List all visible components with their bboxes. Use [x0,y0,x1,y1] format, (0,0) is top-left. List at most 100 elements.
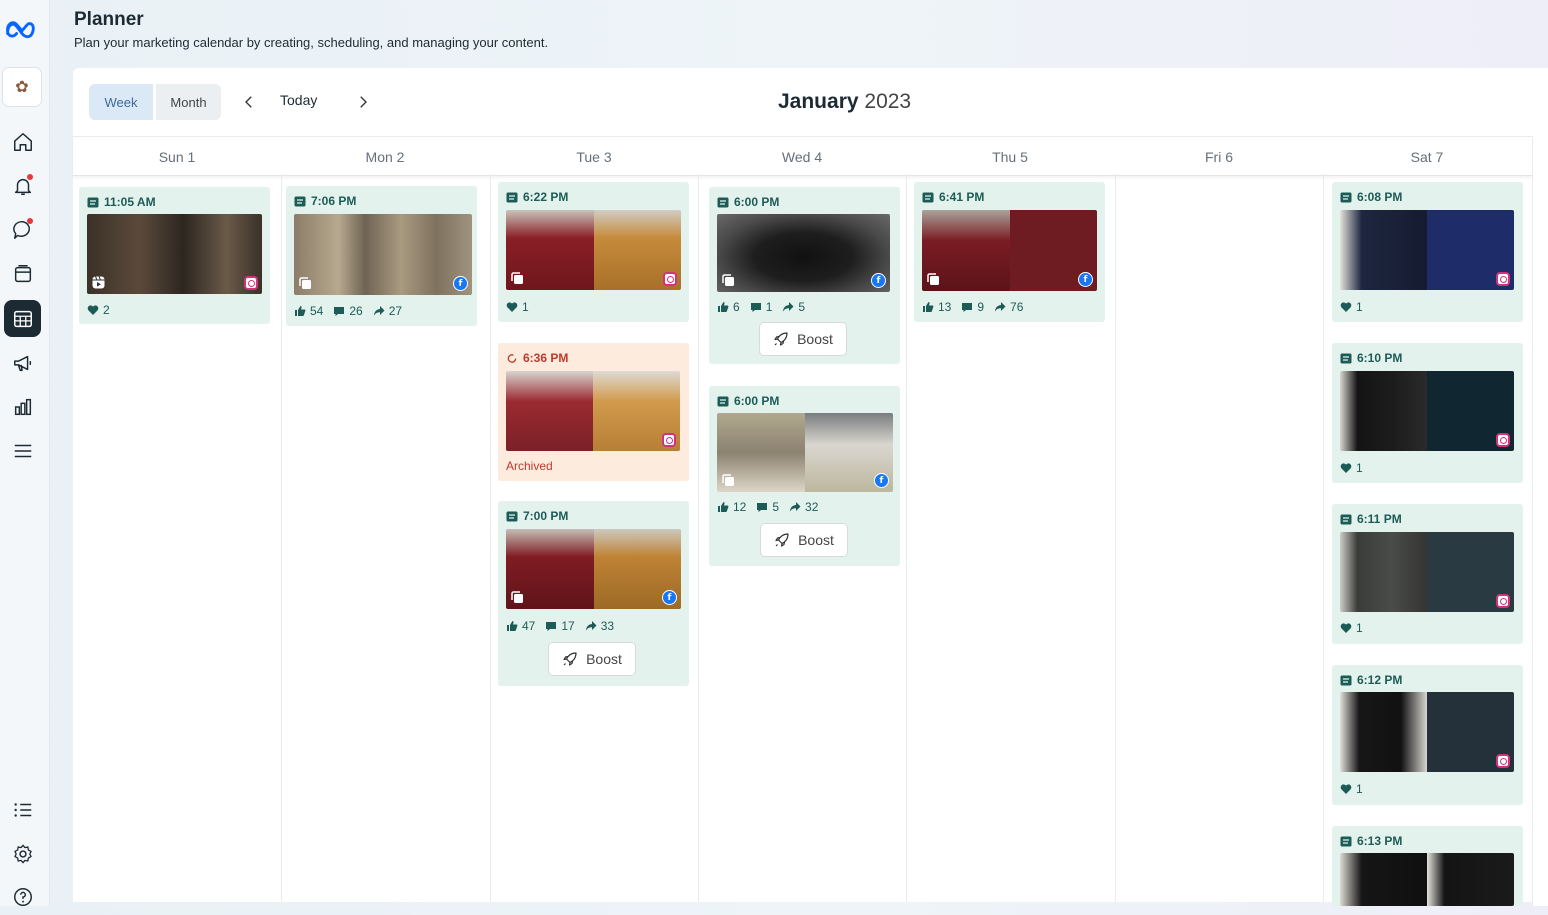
weekday-header-row: Sun 1 Mon 2 Tue 3 Wed 4 Thu 5 Fri 6 Sat … [73,136,1533,176]
heart-icon [1340,783,1352,795]
comments-count: 9 [977,300,985,314]
chevron-right-icon[interactable] [351,90,375,114]
post-thumbnail [1340,692,1514,772]
ads-icon[interactable] [4,344,41,381]
instagram-icon [662,433,676,447]
comment-icon [545,620,557,632]
post-stats: 1 [1340,782,1363,796]
post-card[interactable]: 11:05 AM 2 [79,187,270,324]
scheduled-post-icon [1340,353,1352,364]
likes-count: 1 [522,300,529,314]
help-icon[interactable] [4,878,41,915]
post-card[interactable]: 6:11 PM 1 [1332,504,1523,644]
account-avatar[interactable]: ✿ [2,67,42,107]
heart-icon [87,304,99,316]
scheduled-post-icon [87,197,99,208]
reactions-count: 12 [733,500,747,514]
settings-icon[interactable] [4,835,41,872]
home-icon[interactable] [4,123,41,160]
notification-dot [27,218,33,224]
content-icon[interactable] [4,255,41,292]
post-thumbnail [1340,853,1514,906]
comments-count: 1 [765,300,773,314]
archived-label: Archived [506,459,553,473]
scheduled-post-icon [1340,514,1352,525]
post-stats: 1 [506,300,529,314]
scheduled-post-icon [1340,675,1352,686]
post-card[interactable]: 6:12 PM 1 [1332,665,1523,805]
day-header: Sat 7 [1410,149,1444,165]
post-card[interactable]: 6:08 PM 1 [1332,182,1523,322]
meta-logo-icon[interactable] [2,10,42,47]
month-view-button[interactable]: Month [156,84,221,120]
post-thumbnail [506,371,680,451]
post-card[interactable]: 7:06 PM f 54 26 27 [286,186,477,326]
boost-button[interactable]: Boost [760,523,848,557]
day-header: Mon 2 [365,149,405,165]
post-card[interactable]: 6:13 PM [1332,826,1523,906]
carousel-icon [299,277,312,290]
share-icon [585,620,597,632]
likes-count: 1 [1356,300,1363,314]
post-thumbnail: f [717,214,890,292]
likes-count: 1 [1356,782,1363,796]
facebook-icon: f [871,273,886,288]
week-view-button[interactable]: Week [89,84,153,120]
comments-count: 26 [349,304,363,318]
month-name: January [778,90,859,113]
post-time: 6:22 PM [506,190,568,204]
instagram-icon [244,276,258,290]
archived-status-icon [507,353,517,363]
share-icon [789,501,801,513]
post-card[interactable]: 6:10 PM 1 [1332,343,1523,483]
column-divider [906,174,907,902]
post-stats: 2 [87,303,110,317]
list-icon[interactable] [4,791,41,828]
reel-icon [92,276,105,289]
today-button[interactable]: Today [280,92,317,108]
calendar-month-label: January 2023 [778,90,911,114]
instagram-icon [1496,433,1510,447]
planner-icon[interactable] [4,300,41,337]
column-divider [281,174,282,902]
share-icon [782,301,794,313]
boost-button[interactable]: Boost [548,642,636,676]
day-header: Fri 6 [1205,149,1233,165]
post-card[interactable]: 7:00 PM f 47 17 33 Boost [498,501,689,686]
post-thumbnail: f [294,214,472,295]
post-card[interactable]: 6:22 PM 1 [498,182,689,322]
insights-icon[interactable] [4,388,41,425]
page-title: Planner [74,9,144,30]
chevron-left-icon[interactable] [237,90,261,114]
instagram-icon [1496,594,1510,608]
post-time: 6:41 PM [922,190,984,204]
scheduled-post-icon [717,197,729,208]
instagram-icon [1496,272,1510,286]
post-card[interactable]: 6:00 PM f 12 5 32 Boost [709,386,900,566]
post-card-archived[interactable]: 6:36 PM Archived [498,343,689,481]
boost-button[interactable]: Boost [759,322,847,356]
year-name: 2023 [864,90,912,113]
rocket-icon [774,532,790,548]
comments-count: 17 [561,619,575,633]
notifications-icon[interactable] [4,167,41,204]
like-icon [294,305,306,317]
scheduled-post-icon [1340,192,1352,203]
post-time: 6:10 PM [1340,351,1402,365]
carousel-icon [511,272,524,285]
facebook-icon: f [453,276,468,291]
post-time: 6:08 PM [1340,190,1402,204]
likes-count: 1 [1356,461,1363,475]
post-stats: 54 26 27 [294,304,402,318]
like-icon [717,501,729,513]
post-card[interactable]: 6:41 PM f 13 9 76 [914,182,1105,322]
menu-icon[interactable] [4,432,41,469]
post-card[interactable]: 6:00 PM f 6 1 5 Boost [709,187,900,364]
day-header: Tue 3 [576,149,612,165]
heart-icon [506,301,518,313]
heart-icon [1340,622,1352,634]
heart-icon [1340,301,1352,313]
shares-count: 33 [600,619,615,633]
reactions-count: 54 [310,304,324,318]
inbox-icon[interactable] [4,211,41,248]
